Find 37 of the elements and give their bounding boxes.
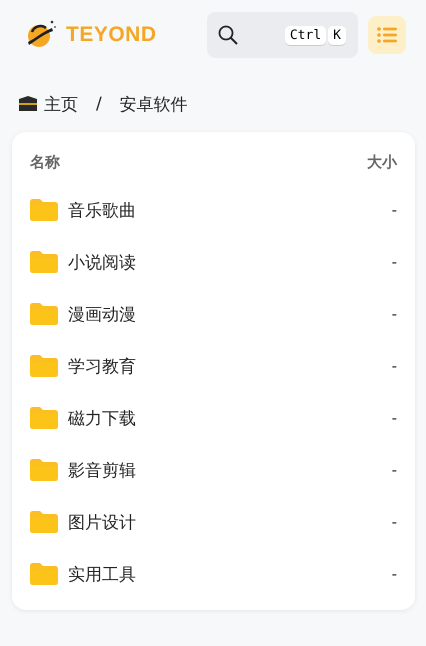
folder-icon <box>30 303 58 325</box>
column-header: 大小 <box>367 152 397 172</box>
menu-button[interactable] <box>368 16 406 54</box>
brand-name: TEYOND <box>66 23 157 47</box>
home-icon <box>18 94 38 114</box>
file-size: - <box>392 513 397 531</box>
breadcrumb-separator: / <box>96 94 102 114</box>
folder-name[interactable]: 实用工具 <box>68 562 136 586</box>
file-size: - <box>392 409 397 427</box>
folder-icon <box>30 407 58 429</box>
folder-name[interactable]: 影音剪辑 <box>68 458 136 482</box>
search-button[interactable]: Ctrl K <box>207 12 358 58</box>
file-size: - <box>392 461 397 479</box>
folder-name[interactable]: 学习教育 <box>68 354 136 378</box>
file-size: - <box>392 253 397 271</box>
folder-icon <box>30 199 58 221</box>
folder-name[interactable]: 音乐歌曲 <box>68 198 136 222</box>
keyboard-key: Ctrl <box>284 26 326 44</box>
folder-name[interactable]: 磁力下载 <box>68 406 136 430</box>
file-size: - <box>392 357 397 375</box>
file-size: - <box>392 565 397 583</box>
breadcrumb-link[interactable]: 安卓软件 <box>120 92 188 116</box>
keyboard-key: K <box>328 26 346 44</box>
folder-icon <box>30 563 58 585</box>
breadcrumb-link[interactable]: 主页 <box>44 92 78 116</box>
folder-icon <box>30 355 58 377</box>
file-size: - <box>392 201 397 219</box>
menu-icon <box>377 27 397 43</box>
column-header: 名称 <box>30 152 60 172</box>
folder-icon <box>30 511 58 533</box>
file-size: - <box>392 305 397 323</box>
folder-name[interactable]: 小说阅读 <box>68 250 136 274</box>
search-icon <box>217 24 239 46</box>
folder-icon <box>30 251 58 273</box>
folder-icon <box>30 459 58 481</box>
folder-name[interactable]: 图片设计 <box>68 510 136 534</box>
folder-name[interactable]: 漫画动漫 <box>68 302 136 326</box>
